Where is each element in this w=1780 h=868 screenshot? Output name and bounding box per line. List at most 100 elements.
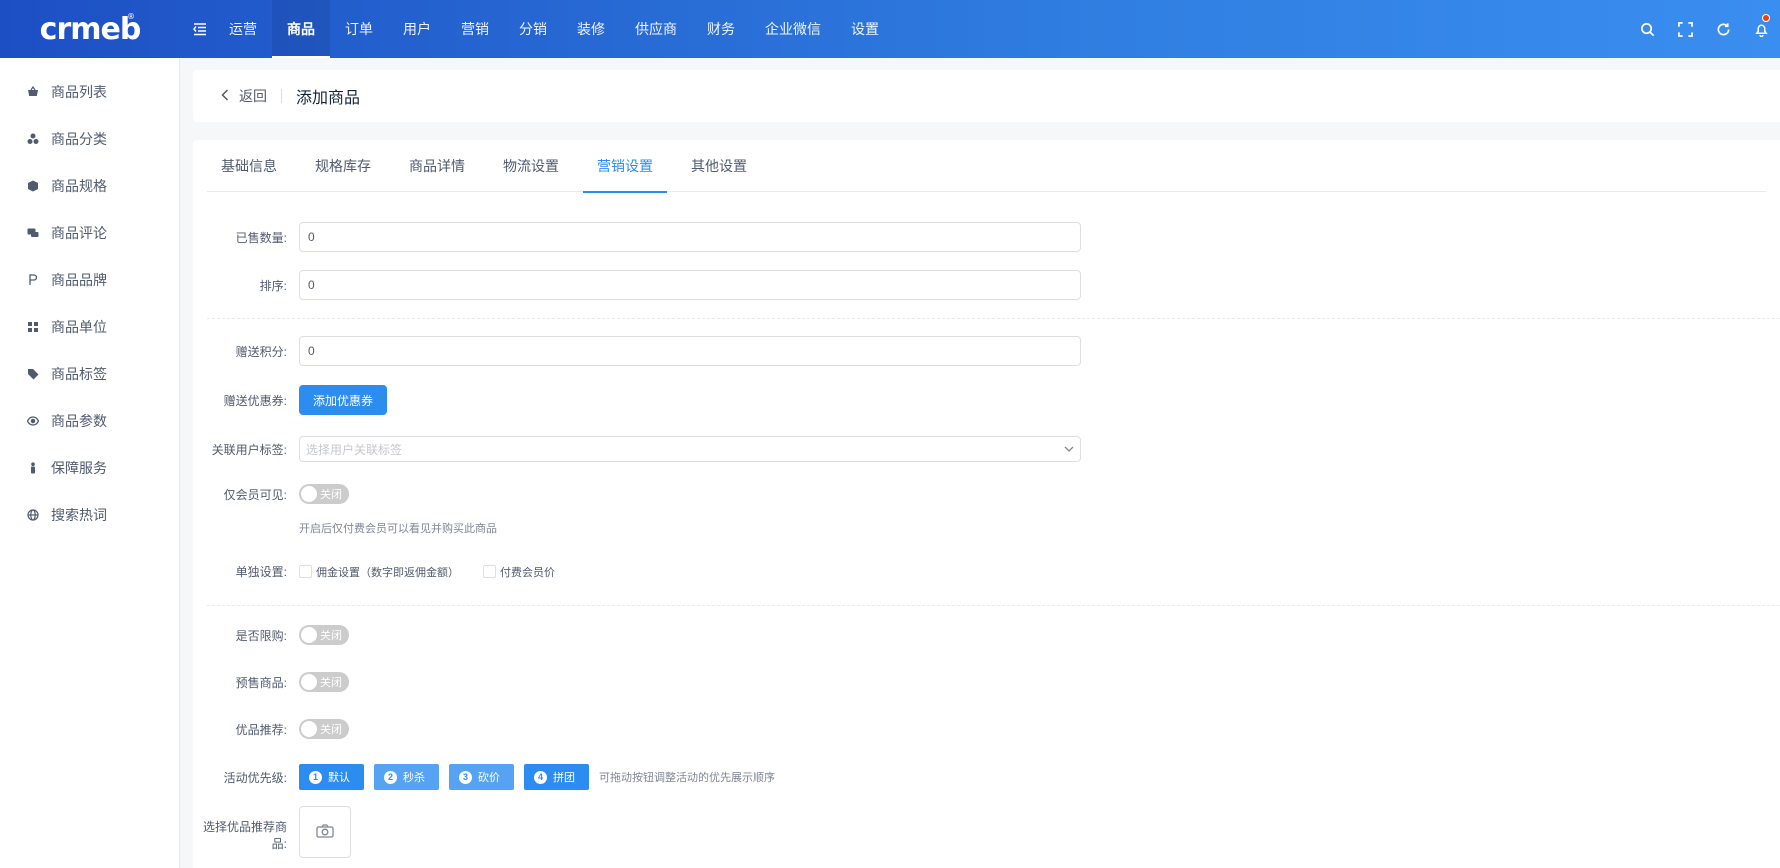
limit-switch[interactable]: 关闭 xyxy=(299,625,349,645)
page-title: 添加商品 xyxy=(296,90,361,107)
top-nav-item-settings[interactable]: 设置 xyxy=(836,0,894,58)
user-tag-placeholder: 选择用户关联标签 xyxy=(306,442,403,457)
globe-icon xyxy=(27,508,39,521)
sold-label: 已售数量: xyxy=(235,230,287,245)
sidebar-item-hot-search[interactable]: 搜索热词 xyxy=(0,491,179,538)
tab-bar: 基础信息 规格库存 商品详情 物流设置 营销设置 其他设置 xyxy=(207,140,1766,193)
priority-hint: 可拖动按钮调整活动的优先展示顺序 xyxy=(599,772,775,784)
member-only-switch[interactable]: 关闭 xyxy=(299,484,349,504)
cube-icon xyxy=(27,180,39,192)
sidebar-item-goods-list[interactable]: 商品列表 xyxy=(0,68,179,115)
top-nav-item-marketing[interactable]: 营销 xyxy=(446,0,504,58)
sidebar-item-goods-spec[interactable]: 商品规格 xyxy=(0,162,179,209)
sidebar-item-guarantee[interactable]: 保障服务 xyxy=(0,444,179,491)
form-row-member-only: 仅会员可见: 关闭 xyxy=(193,484,1780,504)
sold-input[interactable]: 0 xyxy=(299,222,1081,252)
comment-icon xyxy=(27,227,39,239)
switch-knob xyxy=(301,721,317,737)
sidebar-item-goods-brand[interactable]: 商品品牌 xyxy=(0,256,179,303)
coupon-label: 赠送优惠券: xyxy=(223,393,287,408)
logo[interactable]: crmeb ® xyxy=(0,0,180,58)
chevron-left-icon xyxy=(221,88,229,104)
tab-spec-stock[interactable]: 规格库存 xyxy=(301,140,385,192)
presale-switch[interactable]: 关闭 xyxy=(299,672,349,692)
refresh-icon[interactable] xyxy=(1704,0,1742,58)
member-only-hint: 开启后仅付费会员可以看见并购买此商品 xyxy=(299,523,497,535)
priority-seckill-button[interactable]: 2 秒杀 xyxy=(374,764,439,790)
breadcrumb-divider xyxy=(281,89,282,103)
form-row-sort: 排序: 0 xyxy=(193,270,1780,300)
section-divider xyxy=(207,318,1780,319)
add-coupon-button[interactable]: 添加优惠券 xyxy=(299,385,388,415)
points-label: 赠送积分: xyxy=(235,344,287,359)
top-nav-item-users[interactable]: 用户 xyxy=(388,0,446,58)
form-row-member-hint: 开启后仅付费会员可以看见并购买此商品 xyxy=(193,520,1780,536)
switch-knob xyxy=(301,486,317,502)
sidebar-item-goods-unit[interactable]: 商品单位 xyxy=(0,303,179,350)
recommend-switch[interactable]: 关闭 xyxy=(299,719,349,739)
main-content: 返回 添加商品 基础信息 规格库存 商品详情 物流设置 营销设置 其他设置 已售… xyxy=(193,70,1780,868)
grid-icon xyxy=(27,321,39,333)
search-icon[interactable] xyxy=(1628,0,1666,58)
form-row-presale: 预售商品: 关闭 xyxy=(193,672,1780,692)
form-row-single-setting: 单独设置: 佣金设置（数字即返佣金额） 付费会员价 xyxy=(193,563,1780,580)
eye-icon xyxy=(27,415,39,427)
top-nav-item-wecom[interactable]: 企业微信 xyxy=(750,0,836,58)
tab-logistics[interactable]: 物流设置 xyxy=(489,140,573,192)
form-row-priority: 活动优先级: 1 默认 2 秒杀 3 砍价 4 拼团 可拖动按钮调整活动的优先展 xyxy=(193,764,1780,790)
back-button[interactable]: 返回 xyxy=(221,86,267,106)
top-nav-item-decoration[interactable]: 装修 xyxy=(562,0,620,58)
tab-goods-detail[interactable]: 商品详情 xyxy=(395,140,479,192)
switch-knob xyxy=(301,627,317,643)
sidebar-item-goods-comment[interactable]: 商品评论 xyxy=(0,209,179,256)
logo-mark: ® xyxy=(127,12,135,21)
limit-label: 是否限购: xyxy=(235,628,287,643)
tab-other[interactable]: 其他设置 xyxy=(677,140,761,192)
top-nav-item-operation[interactable]: 运营 xyxy=(214,0,272,58)
recommend-label: 优品推荐: xyxy=(235,722,287,737)
sort-label: 排序: xyxy=(259,278,287,293)
checkbox-box xyxy=(299,565,312,578)
menu-collapse-icon[interactable] xyxy=(190,19,210,39)
sidebar: 商品列表 商品分类 商品规格 商品评论 商品品牌 商品单位 商品标签 商品参数 … xyxy=(0,58,180,868)
top-header: crmeb ® 运营 商品 订单 用户 营销 分销 装修 供应商 财务 企业微信… xyxy=(0,0,1780,58)
sidebar-item-goods-param[interactable]: 商品参数 xyxy=(0,397,179,444)
chevron-down-icon xyxy=(1064,444,1074,455)
logo-text: crmeb xyxy=(39,11,142,47)
form-row-user-tag: 关联用户标签: 选择用户关联标签 xyxy=(193,436,1780,462)
notification-badge xyxy=(1762,14,1770,22)
form-row-recommend: 优品推荐: 关闭 xyxy=(193,719,1780,739)
priority-default-button[interactable]: 1 默认 xyxy=(299,764,364,790)
fullscreen-icon[interactable] xyxy=(1666,0,1704,58)
basket-icon xyxy=(27,85,39,98)
points-input[interactable]: 0 xyxy=(299,336,1081,366)
form-card: 基础信息 规格库存 商品详情 物流设置 营销设置 其他设置 已售数量: 0 排序… xyxy=(193,140,1780,868)
form-row-points: 赠送积分: 0 xyxy=(193,336,1780,366)
top-nav-item-orders[interactable]: 订单 xyxy=(330,0,388,58)
sidebar-item-goods-tag[interactable]: 商品标签 xyxy=(0,350,179,397)
sidebar-item-goods-category[interactable]: 商品分类 xyxy=(0,115,179,162)
top-nav: 运营 商品 订单 用户 营销 分销 装修 供应商 财务 企业微信 设置 xyxy=(214,0,894,58)
priority-group-button[interactable]: 4 拼团 xyxy=(524,764,589,790)
sort-input[interactable]: 0 xyxy=(299,270,1081,300)
select-goods-upload[interactable] xyxy=(299,806,351,858)
category-icon xyxy=(27,133,39,145)
top-nav-item-goods[interactable]: 商品 xyxy=(272,0,330,58)
tab-basic-info[interactable]: 基础信息 xyxy=(207,140,291,192)
member-only-label: 仅会员可见: xyxy=(223,487,287,502)
member-price-checkbox[interactable]: 付费会员价 xyxy=(483,564,555,580)
presale-label: 预售商品: xyxy=(235,675,287,690)
person-icon xyxy=(27,461,39,474)
priority-bargain-button[interactable]: 3 砍价 xyxy=(449,764,514,790)
brand-icon xyxy=(27,273,39,286)
commission-checkbox[interactable]: 佣金设置（数字即返佣金额） xyxy=(299,564,459,580)
user-tag-label: 关联用户标签: xyxy=(211,442,287,457)
user-tag-select[interactable]: 选择用户关联标签 xyxy=(299,436,1081,462)
switch-knob xyxy=(301,674,317,690)
breadcrumb: 返回 添加商品 xyxy=(193,70,1780,122)
tab-marketing[interactable]: 营销设置 xyxy=(583,140,667,193)
top-nav-item-supplier[interactable]: 供应商 xyxy=(620,0,692,58)
top-nav-item-distribution[interactable]: 分销 xyxy=(504,0,562,58)
bell-icon[interactable] xyxy=(1742,0,1780,58)
top-nav-item-finance[interactable]: 财务 xyxy=(692,0,750,58)
